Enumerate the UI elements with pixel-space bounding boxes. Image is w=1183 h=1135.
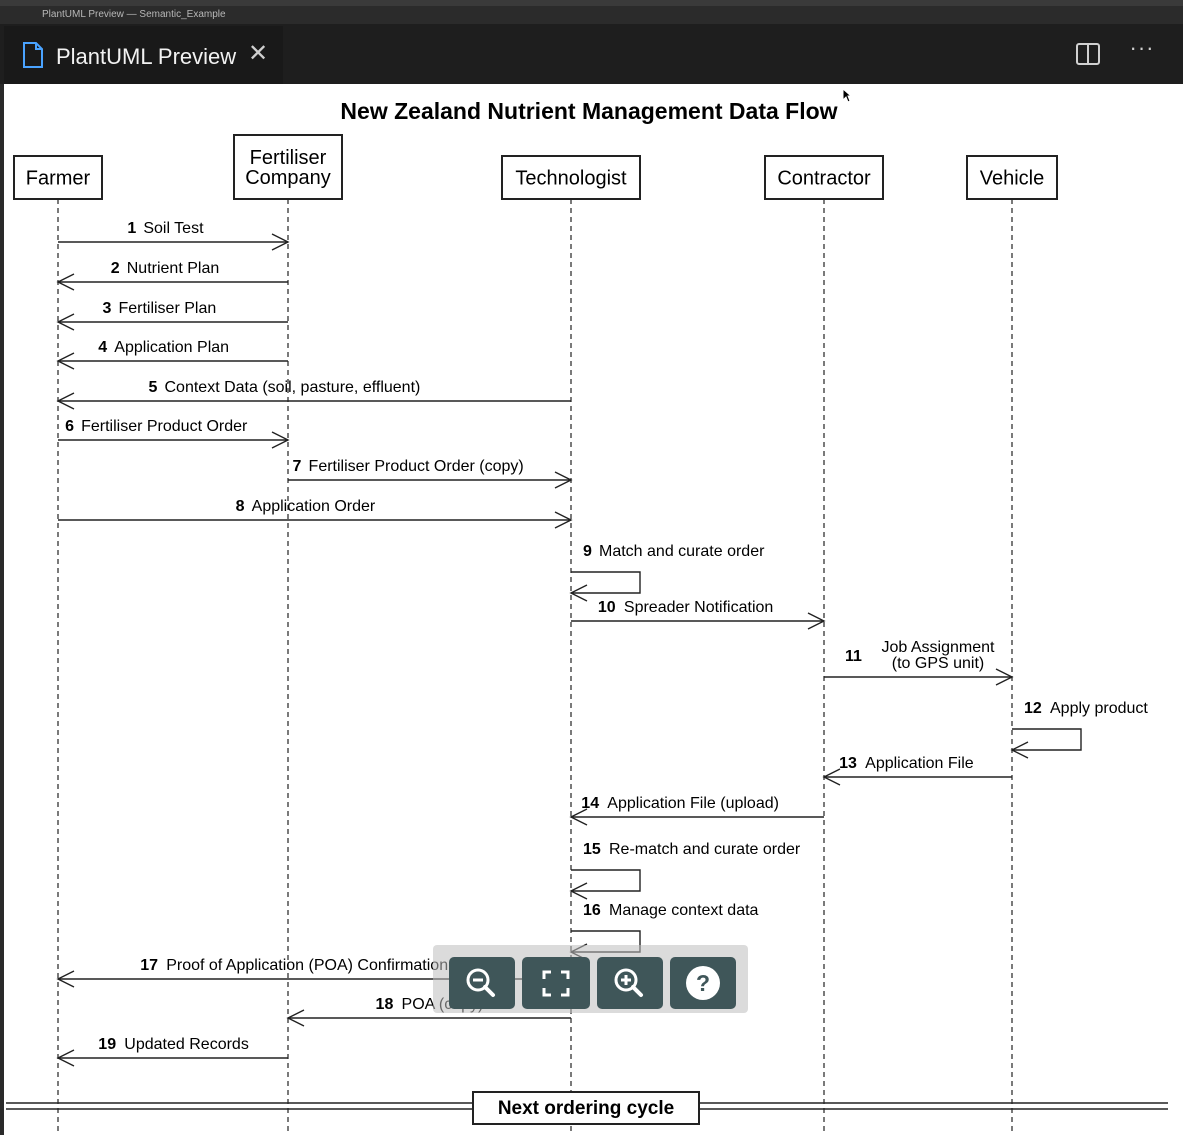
- close-icon[interactable]: ✕: [244, 40, 272, 68]
- message-9-number: 9: [583, 543, 592, 560]
- message-14-label: Application File (upload): [607, 795, 779, 812]
- message-12-label: Apply product: [1050, 700, 1148, 717]
- zoom-toolbar: ?: [433, 945, 748, 1013]
- fit-to-screen-button[interactable]: [522, 957, 590, 1009]
- zoom-out-icon: [466, 968, 495, 997]
- message-10-number: 10: [598, 599, 616, 616]
- message-18-number: 18: [376, 996, 394, 1013]
- message-8-label: Application Order: [252, 498, 376, 515]
- message-11-label: Job Assignment: [882, 639, 996, 656]
- message-19-number: 19: [98, 1036, 116, 1053]
- message-9-arrow: [571, 571, 641, 594]
- message-15-arrow: [571, 869, 641, 892]
- mouse-cursor-icon: [842, 88, 852, 103]
- svg-text:?: ?: [696, 970, 710, 996]
- fullscreen-icon: [542, 970, 570, 997]
- message-4-label: Application Plan: [114, 339, 229, 356]
- message-11-label: (to GPS unit): [892, 655, 984, 672]
- message-6-number: 6: [65, 418, 74, 435]
- tab-bar: PlantUML Preview ✕ ···: [0, 24, 1183, 84]
- tab-label: PlantUML Preview: [56, 44, 237, 69]
- message-7-label: Fertiliser Product Order (copy): [309, 458, 524, 475]
- participant-label-farmer: Farmer: [26, 168, 91, 190]
- zoom-in-icon: [614, 968, 643, 997]
- message-6-label: Fertiliser Product Order: [81, 418, 248, 435]
- participant-label-fertiliser: Company: [245, 167, 331, 189]
- participant-label-contractor: Contractor: [777, 168, 871, 190]
- message-14-number: 14: [581, 795, 599, 812]
- tab-plantuml-preview[interactable]: PlantUML Preview ✕: [4, 26, 283, 84]
- message-13-label: Application File: [865, 755, 974, 772]
- message-12-arrow: [1012, 728, 1082, 751]
- participant-label-fertiliser: Fertiliser: [250, 147, 327, 169]
- file-icon: [23, 42, 43, 68]
- participant-label-technologist: Technologist: [515, 168, 627, 190]
- message-4-number: 4: [98, 339, 107, 356]
- divider-label: Next ordering cycle: [498, 1098, 674, 1119]
- window-titlebar: PlantUML Preview — Semantic_Example: [0, 0, 1183, 24]
- message-19-label: Updated Records: [124, 1036, 249, 1053]
- message-1-label: Soil Test: [143, 220, 204, 237]
- message-17-number: 17: [140, 957, 158, 974]
- help-icon: ?: [686, 966, 720, 1000]
- message-10-label: Spreader Notification: [624, 599, 773, 616]
- participant-label-vehicle: Vehicle: [980, 168, 1045, 190]
- message-15-number: 15: [583, 841, 601, 858]
- message-5-label: Context Data (soil, pasture, effluent): [165, 379, 421, 396]
- message-7-number: 7: [293, 458, 302, 475]
- message-3-number: 3: [102, 300, 111, 317]
- more-actions-button[interactable]: ···: [1124, 37, 1160, 66]
- message-2-number: 2: [111, 260, 120, 277]
- message-12-number: 12: [1024, 700, 1042, 717]
- split-editor-icon[interactable]: [1074, 41, 1102, 67]
- message-15-label: Re-match and curate order: [609, 841, 801, 858]
- message-16-number: 16: [583, 902, 601, 919]
- diagram-title: New Zealand Nutrient Management Data Flo…: [340, 98, 837, 124]
- message-16-label: Manage context data: [609, 902, 759, 919]
- help-button[interactable]: ?: [670, 957, 736, 1009]
- message-9-label: Match and curate order: [599, 543, 765, 560]
- message-8-number: 8: [236, 498, 245, 515]
- message-2-label: Nutrient Plan: [127, 260, 220, 277]
- message-3-label: Fertiliser Plan: [118, 300, 216, 317]
- message-17-label: Proof of Application (POA) Confirmation: [166, 957, 448, 974]
- message-1-number: 1: [127, 220, 136, 237]
- message-11-number: 11: [845, 648, 862, 665]
- zoom-in-button[interactable]: [597, 957, 663, 1009]
- window-title: PlantUML Preview — Semantic_Example: [42, 9, 226, 20]
- message-13-number: 13: [839, 755, 857, 772]
- message-5-number: 5: [149, 379, 158, 396]
- zoom-out-button[interactable]: [449, 957, 515, 1009]
